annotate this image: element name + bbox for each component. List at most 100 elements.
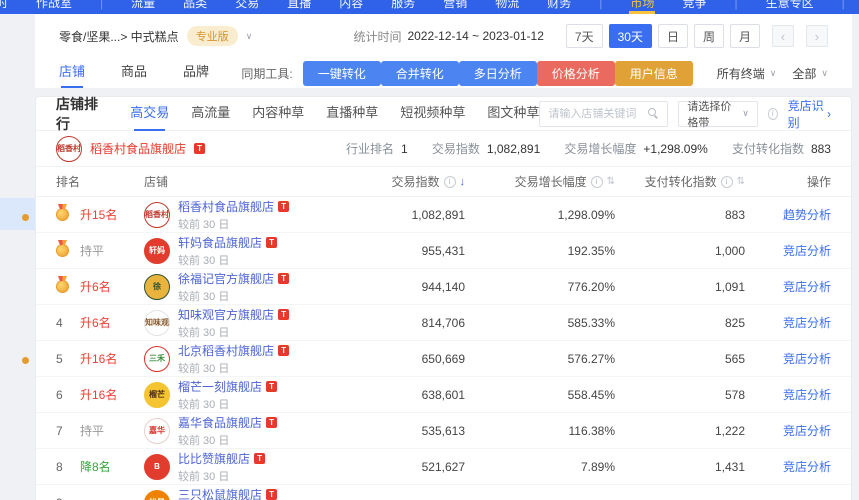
top-nav-item[interactable]: 实时 (0, 0, 10, 13)
date-range-button[interactable]: 7天 (566, 24, 603, 48)
top-nav-item[interactable]: 竞争 (680, 0, 708, 13)
ranking-type-tab[interactable]: 短视频种草 (400, 97, 465, 131)
metric-column-header[interactable]: 交易增长幅度 i ⇅ (465, 173, 615, 190)
tool-button[interactable]: 多日分析 (459, 61, 537, 86)
top-nav-item[interactable]: | (98, 0, 105, 13)
shop-name-link[interactable]: 徐福记官方旗舰店 (178, 270, 274, 287)
table-row[interactable]: 5 升16名 三禾 北京稻香村旗舰店 T 较前 30 日 650,669 576… (36, 341, 851, 377)
next-period-button[interactable]: › (806, 25, 828, 47)
compare-period-label: 较前 30 日 (178, 252, 277, 268)
analysis-link[interactable]: 趋势分析 (783, 208, 831, 222)
tmall-badge-icon: T (254, 453, 265, 464)
table-row[interactable]: 3 升6名 徐 徐福记官方旗舰店 T 较前 30 日 944,140 776.2… (36, 269, 851, 305)
metric-column-header[interactable]: 支付转化指数 i ⇅ (615, 173, 745, 190)
analysis-link[interactable]: 竞店分析 (783, 424, 831, 438)
tool-button[interactable]: 用户信息 (615, 61, 693, 86)
date-range-button[interactable]: 日 (658, 24, 688, 48)
shop-name-link[interactable]: 嘉华食品旗舰店 (178, 414, 262, 431)
top-nav-item[interactable]: 财务 (545, 0, 573, 13)
shop-name-link[interactable]: 三只松鼠旗舰店 (178, 486, 262, 500)
ranking-type-tab[interactable]: 内容种草 (252, 97, 304, 131)
ranking-type-tab[interactable]: 高交易 (130, 97, 169, 131)
shop-name-link[interactable]: 比比赞旗舰店 (178, 450, 250, 467)
prev-period-button[interactable]: ‹ (772, 25, 794, 47)
top-nav-item[interactable]: 市场 (628, 0, 656, 13)
card-title: 店铺排行 (56, 94, 106, 134)
metric-column-header[interactable]: 交易指数 i ↓ (355, 173, 465, 190)
table-row[interactable]: 6 升16名 榴芒 榴芒一刻旗舰店 T 较前 30 日 638,601 558.… (36, 377, 851, 413)
analysis-link[interactable]: 竞店分析 (783, 460, 831, 474)
conversion-index-value: 578 (615, 388, 745, 402)
analysis-link[interactable]: 竞店分析 (783, 316, 831, 330)
entity-tab[interactable]: 店铺 (59, 58, 85, 88)
entity-tab[interactable]: 品牌 (183, 58, 209, 88)
table-row[interactable]: 9 松鼠 三只松鼠旗舰店 T 较前 30 日 (36, 485, 851, 500)
analysis-link[interactable]: 竞店分析 (783, 244, 831, 258)
featured-shop-name[interactable]: 稻香村食品旗舰店 (90, 140, 186, 157)
ranking-type-tab[interactable]: 高流量 (191, 97, 230, 131)
search-icon[interactable] (648, 108, 659, 119)
entity-tab[interactable]: 商品 (121, 58, 147, 88)
trade-growth-value: 7.89% (465, 460, 615, 474)
metric-header-label: 交易指数 (391, 173, 439, 190)
shop-name-link[interactable]: 轩妈食品旗舰店 (178, 234, 262, 251)
date-range-button[interactable]: 月 (730, 24, 760, 48)
featured-shop-row: 稻香村 稻香村食品旗舰店 T 行业排名 1 交易指数 1,082,891 交易增… (36, 131, 851, 167)
shop-name-link[interactable]: 知味观官方旗舰店 (178, 306, 274, 323)
top-nav-item[interactable]: 交易 (233, 0, 261, 13)
table-row[interactable]: 8 降8名 B 比比赞旗舰店 T 较前 30 日 521,627 7.89% 1… (36, 449, 851, 485)
top-nav-item[interactable]: 流量 (129, 0, 157, 13)
top-nav-item[interactable]: 作战室 (34, 0, 74, 13)
sort-icon[interactable]: ⇅ (607, 176, 615, 187)
tool-button[interactable]: 价格分析 (537, 61, 615, 86)
sort-icon[interactable]: ⇅ (737, 176, 745, 187)
metric-value: 1 (401, 142, 408, 156)
table-row[interactable]: 2 持平 轩妈 轩妈食品旗舰店 T 较前 30 日 955,431 192.35… (36, 233, 851, 269)
analysis-link[interactable]: 竞店分析 (783, 352, 831, 366)
top-nav-item[interactable]: | (597, 0, 604, 13)
chevron-down-icon: ∨ (821, 68, 828, 79)
top-nav-item[interactable]: 物流 (493, 0, 521, 13)
analysis-link[interactable]: 竞店分析 (783, 388, 831, 402)
ranking-type-tab[interactable]: 图文种草 (487, 97, 539, 131)
top-nav-item[interactable]: 内容 (337, 0, 365, 13)
conversion-index-value: 1,000 (615, 244, 745, 258)
analysis-link[interactable]: 竞店分析 (783, 280, 831, 294)
category-breadcrumb[interactable]: 零食/坚果...> 中式糕点 (59, 28, 179, 45)
table-row[interactable]: 7 持平 嘉华 嘉华食品旗舰店 T 较前 30 日 535,613 116.38… (36, 413, 851, 449)
table-row[interactable]: 1 升15名 稻香村 稻香村食品旗舰店 T 较前 30 日 1,082,891 … (36, 197, 851, 233)
dimension-dropdown[interactable]: 所有终端 ∨ (717, 65, 777, 82)
top-nav-item[interactable]: 营销 (441, 0, 469, 13)
top-nav-item[interactable]: | (732, 0, 739, 13)
shop-logo: 松鼠 (144, 490, 170, 500)
shop-name-link[interactable]: 北京稻香村旗舰店 (178, 342, 274, 359)
top-nav-item-label: 流量 (131, 0, 155, 10)
shop-search-input[interactable] (539, 101, 668, 127)
medal-icon (56, 208, 69, 221)
tool-button[interactable]: 合并转化 (381, 61, 459, 86)
top-nav-item[interactable]: 生意专区 (764, 0, 816, 13)
shop-logo: 知味观 (144, 310, 170, 336)
search-input[interactable] (548, 108, 648, 120)
date-range-button[interactable]: 30天 (609, 24, 652, 48)
price-band-select[interactable]: 请选择价格带 ∨ (678, 101, 757, 127)
conversion-index-value: 883 (615, 208, 745, 222)
top-nav-item[interactable]: 直播 (285, 0, 313, 13)
top-nav-item[interactable]: | (840, 0, 847, 13)
shop-name-link[interactable]: 榴芒一刻旗舰店 (178, 378, 262, 395)
shop-name-link[interactable]: 稻香村食品旗舰店 (178, 198, 274, 215)
table-row[interactable]: 4 升6名 知味观 知味观官方旗舰店 T 较前 30 日 814,706 585… (36, 305, 851, 341)
date-range-button[interactable]: 周 (694, 24, 724, 48)
tool-button[interactable]: 一键转化 (303, 61, 381, 86)
info-icon: i (768, 108, 778, 120)
top-nav-item[interactable]: 品类 (181, 0, 209, 13)
top-nav-item[interactable]: 服务 (389, 0, 417, 13)
competitor-identify-link[interactable]: 竞店识别 › (788, 97, 831, 131)
dimension-dropdown-label: 全部 (792, 65, 816, 82)
chevron-down-icon: ∨ (770, 68, 777, 79)
ranking-type-tab[interactable]: 直播种草 (326, 97, 378, 131)
rank-change: 持平 (80, 422, 144, 439)
chevron-down-icon[interactable]: ∨ (246, 31, 253, 42)
trade-growth-value: 558.45% (465, 388, 615, 402)
dimension-dropdown[interactable]: 全部 ∨ (792, 65, 828, 82)
